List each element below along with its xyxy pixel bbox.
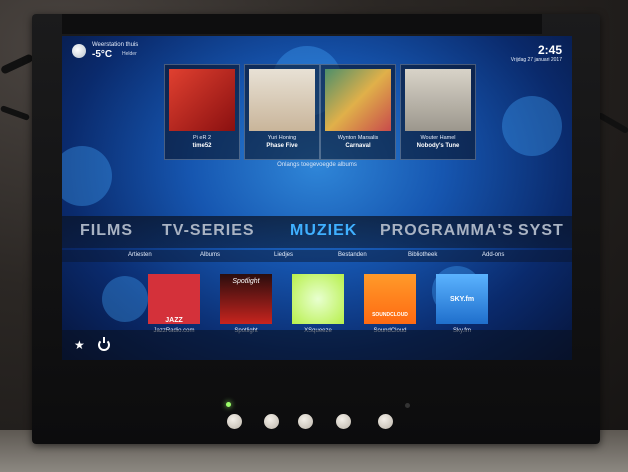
weather-icon bbox=[72, 44, 86, 58]
addon-skyfm[interactable]: SKY.fm Sky.fm bbox=[436, 274, 488, 336]
submenu-bestanden[interactable]: Bestanden bbox=[338, 252, 367, 258]
album-artist: Yuri Honing bbox=[267, 135, 297, 141]
monitor-button-3[interactable] bbox=[298, 414, 313, 429]
menu-item-muziek[interactable]: MUZIEK bbox=[290, 222, 357, 240]
recent-album-1[interactable]: Pi eR 2 time52 bbox=[164, 64, 240, 160]
monitor-button-5[interactable] bbox=[378, 414, 393, 429]
monitor-sensor bbox=[405, 403, 410, 408]
menu-item-systeem[interactable]: SYST bbox=[518, 222, 564, 240]
submenu-albums[interactable]: Albums bbox=[200, 252, 220, 258]
submenu-addons[interactable]: Add-ons bbox=[482, 252, 504, 258]
album-title: Phase Five bbox=[266, 143, 298, 149]
addon-thumbnail: SOUNDCLOUD bbox=[364, 274, 416, 324]
monitor-top-strip bbox=[62, 14, 542, 34]
recent-albums-caption: Onlangs toegevoegde albums bbox=[277, 162, 357, 168]
album-artist: Wynton Marsalis bbox=[337, 135, 379, 141]
menu-item-programmas[interactable]: PROGRAMMA'S bbox=[380, 222, 514, 240]
addon-xsqueeze[interactable]: XSqueeze bbox=[292, 274, 344, 336]
star-icon[interactable]: ★ bbox=[74, 338, 85, 352]
addon-thumbnail bbox=[292, 274, 344, 324]
power-led bbox=[226, 402, 231, 407]
top-bar: Weerstation thuis -5°C Helder 2:45 Vrijd… bbox=[62, 36, 572, 66]
monitor-button-1[interactable] bbox=[227, 414, 242, 429]
submenu-liedjes[interactable]: Liedjes bbox=[274, 252, 293, 258]
album-art bbox=[169, 69, 235, 131]
recent-album-3[interactable]: Wynton Marsalis Carnaval bbox=[320, 64, 396, 160]
bottom-bar: ★ bbox=[62, 330, 572, 360]
album-art bbox=[405, 69, 471, 131]
weather-condition: Helder bbox=[122, 51, 137, 57]
bokeh-light bbox=[102, 276, 148, 322]
album-title: time52 bbox=[192, 143, 212, 149]
addon-jazzradio[interactable]: JAZZ JazzRadio.com bbox=[148, 274, 200, 336]
monitor-button-4[interactable] bbox=[336, 414, 351, 429]
weather-temperature: -5°C bbox=[92, 49, 113, 60]
submenu-bibliotheek[interactable]: Bibliotheek bbox=[408, 252, 437, 258]
album-art bbox=[249, 69, 315, 131]
clock-date: Vrijdag 27 januari 2017 bbox=[510, 57, 562, 63]
main-menu: FILMS TV-SERIES MUZIEK PROGRAMMA'S SYST bbox=[62, 216, 572, 248]
album-artist: Wouter Hamel bbox=[420, 135, 456, 141]
menu-item-tv-series[interactable]: TV-SERIES bbox=[162, 222, 255, 240]
bokeh-light bbox=[62, 146, 112, 206]
album-artist: Pi eR 2 bbox=[192, 135, 212, 141]
bokeh-light bbox=[502, 96, 562, 156]
album-art bbox=[325, 69, 391, 131]
submenu-artiesten[interactable]: Artiesten bbox=[128, 252, 152, 258]
addon-spotlight[interactable]: Spotlight Spotlight bbox=[220, 274, 272, 336]
power-icon[interactable] bbox=[98, 337, 110, 351]
monitor-button-2[interactable] bbox=[264, 414, 279, 429]
recent-album-2[interactable]: Yuri Honing Phase Five bbox=[244, 64, 320, 160]
music-submenu: Artiesten Albums Liedjes Bestanden Bibli… bbox=[62, 250, 572, 262]
weather-station: Weerstation thuis bbox=[92, 42, 139, 48]
addon-thumbnail: SKY.fm bbox=[436, 274, 488, 324]
menu-item-films[interactable]: FILMS bbox=[80, 222, 133, 240]
addon-thumbnail: Spotlight bbox=[220, 274, 272, 324]
clock-time: 2:45 bbox=[537, 43, 562, 57]
recent-album-4[interactable]: Wouter Hamel Nobody's Tune bbox=[400, 64, 476, 160]
addon-soundcloud[interactable]: SOUNDCLOUD SoundCloud bbox=[364, 274, 416, 336]
album-title: Carnaval bbox=[345, 143, 371, 149]
kodi-screen: Weerstation thuis -5°C Helder 2:45 Vrijd… bbox=[62, 36, 572, 360]
addon-thumbnail: JAZZ bbox=[148, 274, 200, 324]
album-title: Nobody's Tune bbox=[416, 143, 460, 149]
